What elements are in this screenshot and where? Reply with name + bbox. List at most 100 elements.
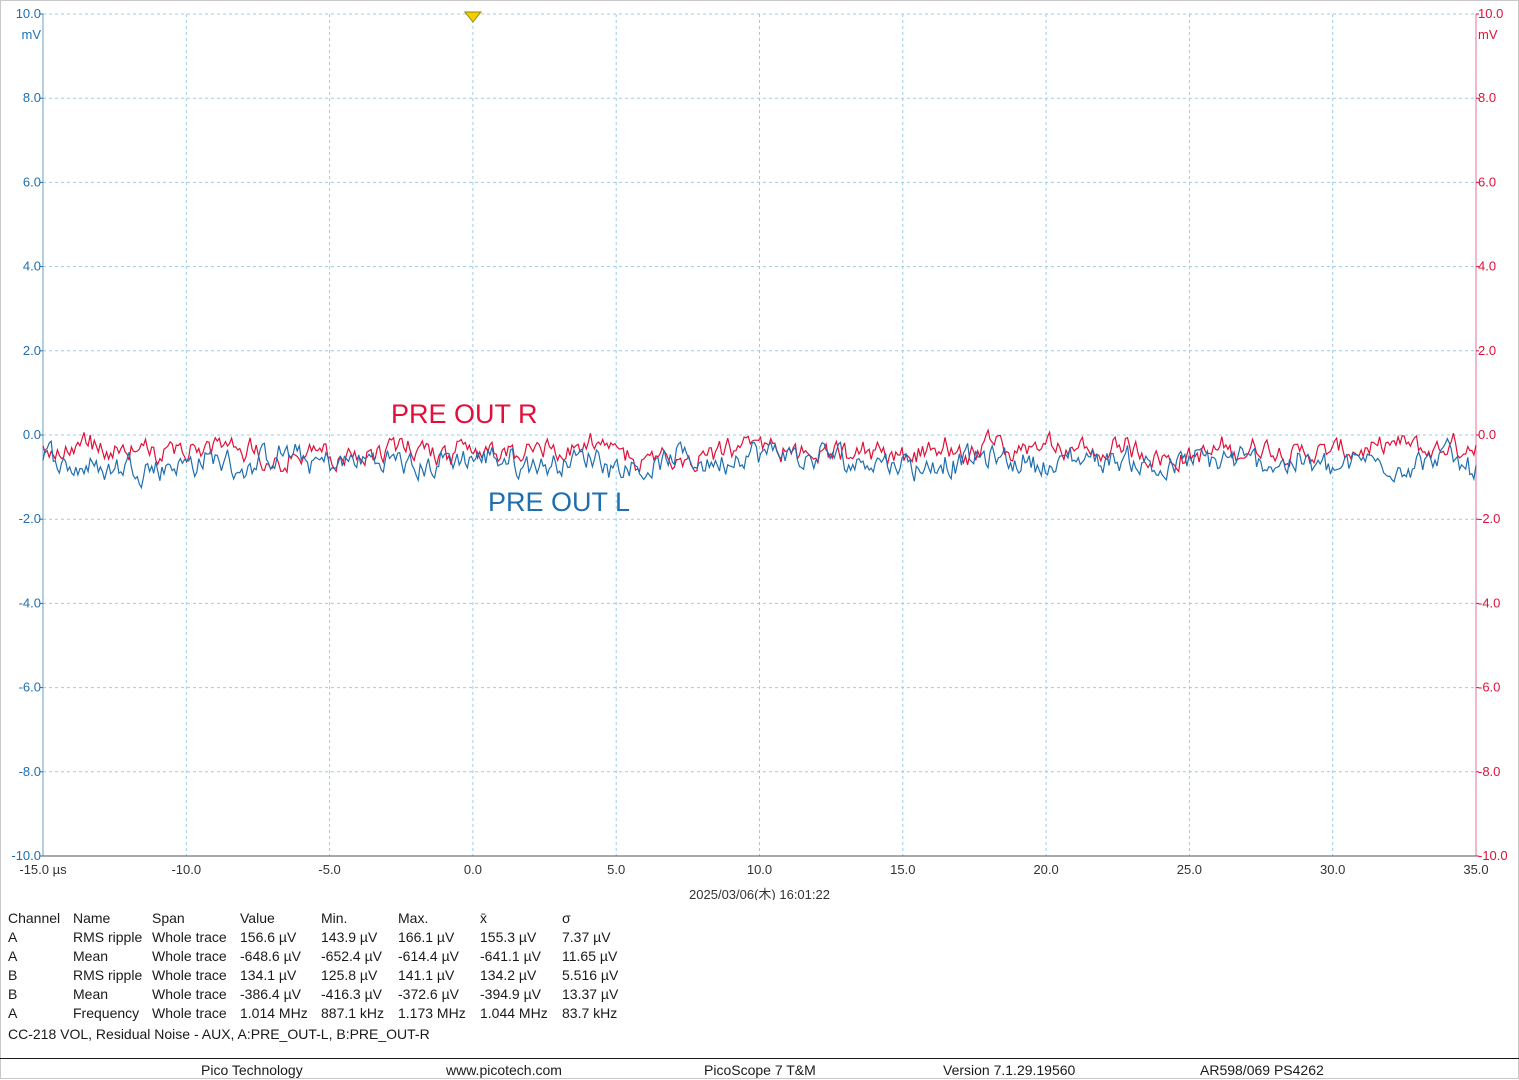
- measurement-min: 887.1 kHz: [321, 1005, 385, 1021]
- measurement-value: -386.4 µV: [240, 986, 301, 1002]
- measurement-value: 134.1 µV: [240, 967, 297, 983]
- measurement-min: 125.8 µV: [321, 967, 378, 983]
- measurement-std-dev: 11.65 µV: [562, 948, 618, 964]
- y-right-tick-label: -2.0: [1478, 511, 1500, 526]
- x-tick-label: 15.0: [890, 862, 915, 877]
- measurement-min: 143.9 µV: [321, 929, 378, 945]
- x-tick-label: 25.0: [1177, 862, 1202, 877]
- header-std-dev: σ: [562, 910, 571, 926]
- y-left-tick-label: -4.0: [19, 595, 41, 610]
- measurement-row: A Mean Whole trace -648.6 µV -652.4 µV -614.4…: [8, 947, 642, 966]
- measurement-row: A Frequency Whole trace 1.014 MHz 887.1 kHz 1…: [8, 1004, 642, 1023]
- measurement-max: 166.1 µV: [398, 929, 455, 945]
- y-left-tick-label: 4.0: [23, 259, 41, 274]
- measurement-name: Mean: [73, 986, 109, 1002]
- header-value: Value: [240, 910, 275, 926]
- y-right-unit: mV: [1478, 27, 1498, 42]
- footer-product: PicoScope 7 T&M: [704, 1062, 816, 1078]
- y-right-tick-label: 4.0: [1478, 259, 1496, 274]
- trace-pre-out-l: [42, 437, 1477, 490]
- y-right-tick-label: 8.0: [1478, 90, 1496, 105]
- measurement-value: 156.6 µV: [240, 929, 297, 945]
- series-label-pre-out-l: PRE OUT L: [488, 487, 630, 517]
- measurement-average: -641.1 µV: [480, 948, 541, 964]
- footer-company: Pico Technology: [201, 1062, 303, 1078]
- y-left-tick-label: -6.0: [19, 680, 41, 695]
- oscilloscope-chart: 10.0 8.0 6.0 4.0 2.0 0.0 -2.0 -4.0 -6.0 -8.0 -10.0…: [11, 6, 1508, 900]
- footer: Pico Technology www.picotech.com PicoSco…: [0, 1058, 1519, 1080]
- measurement-row: B RMS ripple Whole trace 134.1 µV 125.8 µV 14…: [8, 966, 642, 985]
- grid: [42, 13, 1477, 857]
- y-right-tick-label: -8.0: [1478, 764, 1500, 779]
- measurement-channel: B: [8, 967, 18, 983]
- y-right-tick-label: 2.0: [1478, 343, 1496, 358]
- y-right-tick-label: 6.0: [1478, 174, 1496, 189]
- measurement-average: 1.044 MHz: [480, 1005, 548, 1021]
- measurement-name: RMS ripple: [73, 967, 143, 983]
- measurement-average: 134.2 µV: [480, 967, 537, 983]
- y-left-tick-label: 10.0: [16, 6, 41, 21]
- measurement-name: Mean: [73, 948, 109, 964]
- y-right-tick-label: -6.0: [1478, 680, 1500, 695]
- measurement-max: -372.6 µV: [398, 986, 459, 1002]
- y-right-tick-label: 10.0: [1478, 6, 1503, 21]
- measurement-name: RMS ripple: [73, 929, 143, 945]
- measurement-std-dev: 83.7 kHz: [562, 1005, 618, 1021]
- y-left-tick-label: -2.0: [19, 511, 41, 526]
- x-tick-label: 0.0: [464, 862, 482, 877]
- x-tick-label: 5.0: [607, 862, 625, 877]
- measurement-min: -652.4 µV: [321, 948, 382, 964]
- measurement-row: B Mean Whole trace -386.4 µV -416.3 µV -372.6…: [8, 985, 642, 1004]
- header-min: Min.: [321, 910, 348, 926]
- y-right-tick-label: -4.0: [1478, 595, 1500, 610]
- measurement-std-dev: 7.37 µV: [562, 929, 611, 945]
- measurements-table: Channel Name Span Value Min. Max. x̄ σ A…: [8, 909, 642, 1023]
- header-max: Max.: [398, 910, 429, 926]
- y-right-tick-label: -10.0: [1478, 848, 1508, 863]
- measurement-max: 1.173 MHz: [398, 1005, 466, 1021]
- y-left-tick-label: -8.0: [19, 764, 41, 779]
- measurement-average: -394.9 µV: [480, 986, 541, 1002]
- y-left-unit: mV: [22, 27, 42, 42]
- measurement-channel: A: [8, 948, 18, 964]
- x-tick-label: 35.0: [1463, 862, 1488, 877]
- measurement-channel: A: [8, 1005, 18, 1021]
- measurement-row: A RMS ripple Whole trace 156.6 µV 143.9 µV 16…: [8, 928, 642, 947]
- y-left-tick-label: -10.0: [11, 848, 41, 863]
- x-tick-label: -5.0: [318, 862, 340, 877]
- x-tick-label: 20.0: [1033, 862, 1058, 877]
- measurement-span: Whole trace: [152, 948, 227, 964]
- measurement-span: Whole trace: [152, 929, 227, 945]
- y-left-tick-label: 6.0: [23, 174, 41, 189]
- header-span: Span: [152, 910, 185, 926]
- y-left-tick-label: 8.0: [23, 90, 41, 105]
- capture-note: CC-218 VOL, Residual Noise - AUX, A:PRE_…: [8, 1026, 430, 1042]
- x-tick-label: 30.0: [1320, 862, 1345, 877]
- y-right-tick-label: 0.0: [1478, 427, 1496, 442]
- footer-website: www.picotech.com: [446, 1062, 562, 1078]
- measurement-average: 155.3 µV: [480, 929, 537, 945]
- measurement-span: Whole trace: [152, 1005, 227, 1021]
- y-left-tick-label: 2.0: [23, 343, 41, 358]
- measurement-max: -614.4 µV: [398, 948, 459, 964]
- measurement-min: -416.3 µV: [321, 986, 382, 1002]
- measurement-channel: B: [8, 986, 18, 1002]
- measurement-span: Whole trace: [152, 967, 227, 983]
- series-label-pre-out-r: PRE OUT R: [391, 399, 538, 429]
- footer-device: AR598/069 PS4262: [1200, 1062, 1324, 1078]
- measurement-std-dev: 5.516 µV: [562, 967, 619, 983]
- measurement-value: -648.6 µV: [240, 948, 301, 964]
- header-average: x̄: [480, 910, 487, 926]
- measurement-name: Frequency: [73, 1005, 140, 1021]
- measurements-header-row: Channel Name Span Value Min. Max. x̄ σ: [8, 909, 642, 928]
- x-tick-label: -15.0 µs: [19, 862, 67, 877]
- measurement-span: Whole trace: [152, 986, 227, 1002]
- x-tick-label: -10.0: [171, 862, 201, 877]
- y-left-tick-label: 0.0: [23, 427, 41, 442]
- header-name: Name: [73, 910, 111, 926]
- measurement-max: 141.1 µV: [398, 967, 455, 983]
- trigger-marker-icon: [463, 11, 482, 23]
- footer-version: Version 7.1.29.19560: [943, 1062, 1076, 1078]
- header-channel: Channel: [8, 910, 61, 926]
- measurement-value: 1.014 MHz: [240, 1005, 308, 1021]
